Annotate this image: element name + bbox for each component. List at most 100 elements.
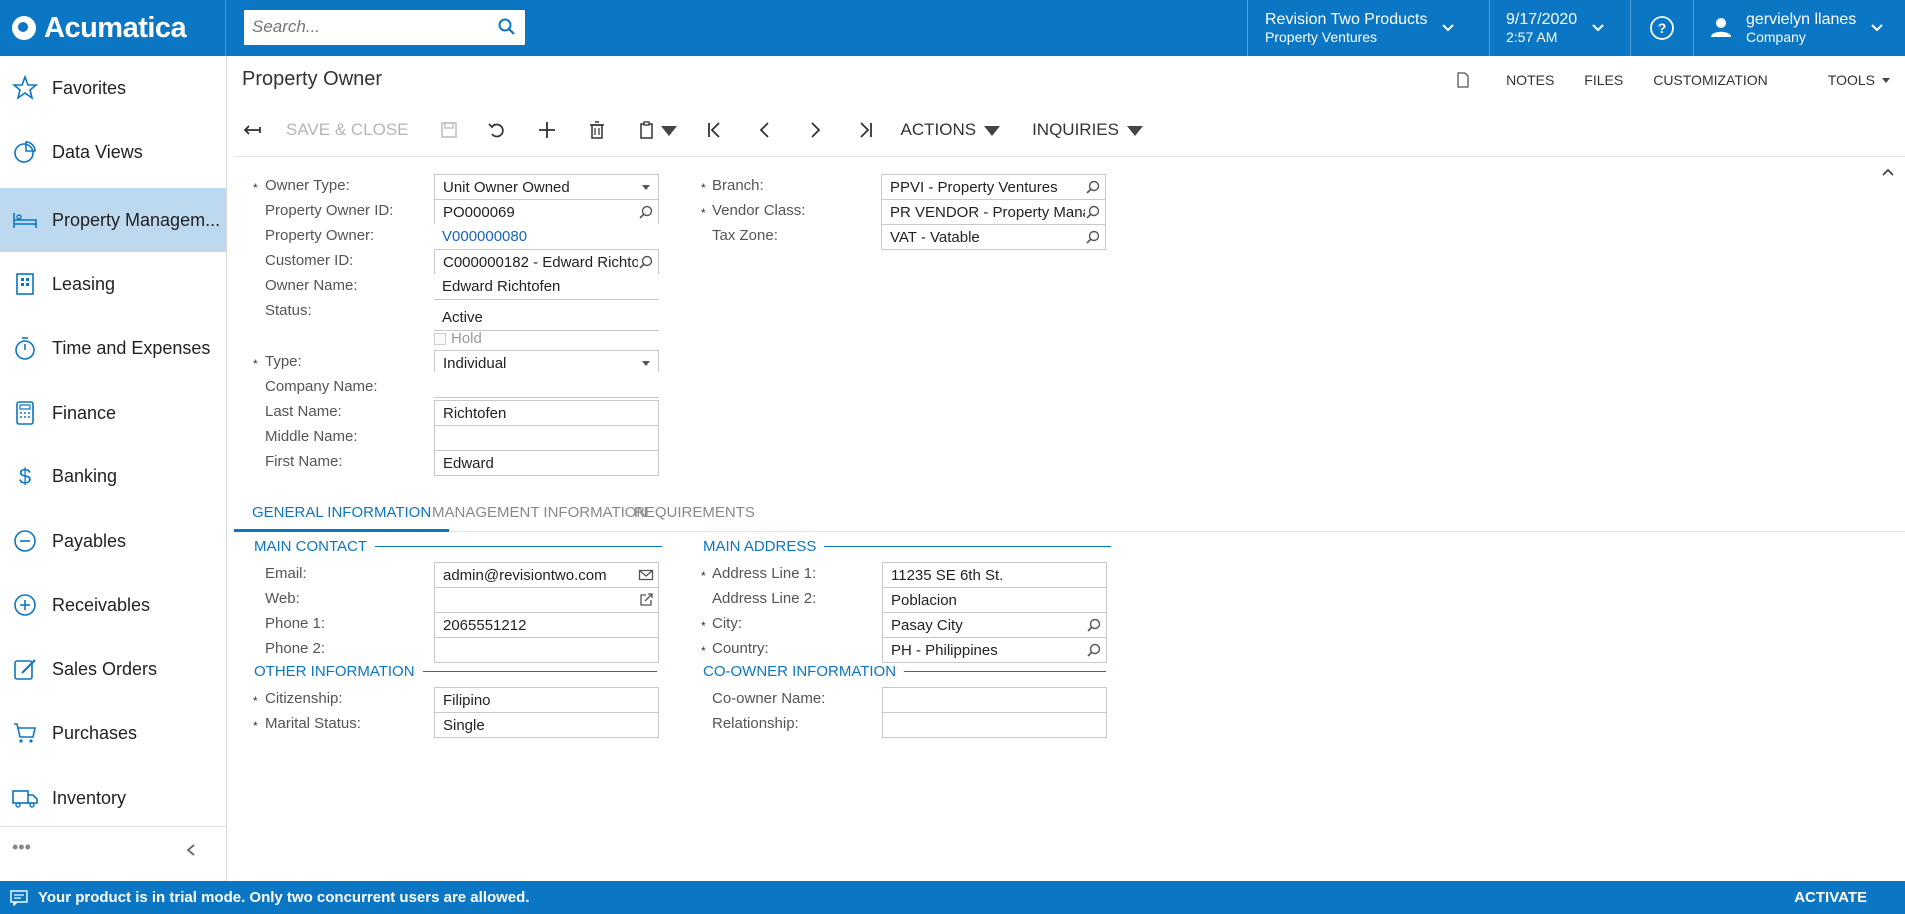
sidebar-item-inventory[interactable]: Inventory [0, 766, 226, 830]
first-record-button[interactable] [705, 120, 725, 140]
relationship-input[interactable] [882, 712, 1107, 738]
property-owner-link[interactable]: V000000080 [434, 224, 659, 250]
files-button[interactable]: FILES [1584, 72, 1623, 88]
next-record-button[interactable] [805, 120, 825, 140]
address-line2-input[interactable]: Poblacion [882, 587, 1107, 613]
tax-zone-field[interactable]: VAT - Vatable [881, 224, 1106, 250]
web-field[interactable] [434, 587, 659, 613]
search-icon[interactable] [1085, 179, 1101, 195]
caret-down-icon [984, 126, 1001, 136]
save-close-button[interactable]: SAVE & CLOSE [286, 120, 409, 140]
co-owner-name-input[interactable] [882, 687, 1107, 713]
delete-button[interactable] [587, 120, 607, 140]
copy-paste-button[interactable] [637, 120, 679, 140]
trial-banner: Your product is in trial mode. Only two … [0, 881, 1905, 914]
stopwatch-icon [15, 337, 35, 360]
undo-icon [487, 123, 504, 138]
address-line1-label: Address Line 1: [712, 565, 817, 582]
back-button[interactable] [242, 120, 262, 140]
date-selector[interactable]: 9/17/2020 2:57 AM [1489, 0, 1630, 56]
edit-icon [14, 659, 36, 680]
search-icon[interactable] [1085, 229, 1101, 245]
email-label: Email: [265, 565, 307, 582]
sidebar-item-payables[interactable]: Payables [0, 509, 226, 573]
phone1-input[interactable]: 2065551212 [434, 612, 659, 638]
sidebar-item-receivables[interactable]: Receivables [0, 573, 226, 637]
save-button[interactable] [439, 120, 459, 140]
sidebar-item-favorites[interactable]: Favorites [0, 56, 226, 120]
collapse-sidebar-icon[interactable] [184, 843, 198, 857]
activate-button[interactable]: ACTIVATE [1794, 889, 1867, 906]
city-label: City: [712, 615, 742, 632]
search-icon[interactable] [638, 204, 654, 220]
phone2-input[interactable] [434, 637, 659, 663]
owner-type-select[interactable]: Unit Owner Owned [434, 174, 659, 200]
email-field[interactable]: admin@revisiontwo.com [434, 562, 659, 588]
search-input[interactable] [244, 10, 484, 43]
sidebar-item-leasing[interactable]: Leasing [0, 252, 226, 316]
search-box[interactable] [244, 10, 525, 45]
last-name-input[interactable]: Richtofen [434, 400, 659, 426]
user-menu[interactable]: gervielyn llanes Company [1693, 0, 1905, 56]
marital-status-label: Marital Status: [265, 715, 361, 732]
caret-down-icon [642, 185, 650, 190]
undo-button[interactable] [487, 120, 507, 140]
checkbox-box [434, 332, 446, 345]
vendor-class-field[interactable]: PR VENDOR - Property Mana [881, 199, 1106, 225]
building-icon [16, 273, 34, 295]
inquiries-menu[interactable]: INQUIRIES [1032, 120, 1145, 140]
actions-menu[interactable]: ACTIONS [901, 120, 1003, 140]
company-selector[interactable]: Revision Two Products Property Ventures [1247, 0, 1489, 56]
marital-status-input[interactable]: Single [434, 712, 659, 738]
svg-text:?: ? [1658, 20, 1667, 36]
tools-button[interactable]: TOOLS [1798, 72, 1891, 88]
search-icon[interactable] [497, 17, 517, 37]
bed-icon [13, 213, 37, 228]
first-name-input[interactable]: Edward [434, 450, 659, 476]
top-bar: Acumatica Revision Two Products Property… [0, 0, 1905, 56]
sidebar-item-label: Finance [52, 402, 117, 423]
search-icon[interactable] [1086, 642, 1102, 658]
sidebar-item-property-management[interactable]: Property Managem... [0, 188, 226, 252]
tax-zone-label: Tax Zone: [712, 227, 778, 244]
search-icon[interactable] [1085, 204, 1101, 220]
city-field[interactable]: Pasay City [882, 612, 1107, 638]
sidebar-item-finance[interactable]: Finance [0, 381, 226, 445]
middle-name-input[interactable] [434, 425, 659, 451]
last-name-label: Last Name: [265, 403, 342, 420]
tab-requirements[interactable]: REQUIREMENTS [616, 494, 773, 532]
chevron-left-icon [759, 122, 769, 138]
external-link-icon[interactable] [638, 592, 654, 608]
sidebar-item-sales-orders[interactable]: Sales Orders [0, 637, 226, 701]
user-icon [1711, 18, 1731, 37]
chevron-up-icon[interactable] [1881, 165, 1895, 179]
help-button[interactable]: ? [1630, 0, 1693, 56]
address-line1-input[interactable]: 11235 SE 6th St. [882, 562, 1107, 588]
citizenship-input[interactable]: Filipino [434, 687, 659, 713]
last-record-button[interactable] [855, 120, 875, 140]
required-marker: * [253, 357, 258, 371]
search-icon[interactable] [1086, 617, 1102, 633]
hold-checkbox[interactable]: Hold [434, 330, 482, 347]
customization-button[interactable]: CUSTOMIZATION [1653, 72, 1768, 88]
sidebar-item-time-and-expenses[interactable]: Time and Expenses [0, 316, 226, 380]
more-icon[interactable]: ••• [12, 837, 31, 858]
sidebar-item-banking[interactable]: $ Banking [0, 444, 226, 508]
sidebar-item-label: Sales Orders [52, 658, 158, 679]
branch-field[interactable]: PPVI - Property Ventures [881, 174, 1106, 200]
customer-id-field[interactable]: C000000182 - Edward Richto [434, 249, 659, 275]
mail-icon[interactable] [638, 567, 654, 583]
sidebar-item-data-views[interactable]: Data Views [0, 120, 226, 184]
add-button[interactable] [537, 120, 557, 140]
notes-button[interactable]: NOTES [1456, 72, 1554, 88]
sidebar-item-purchases[interactable]: Purchases [0, 701, 226, 765]
required-marker: * [253, 719, 258, 733]
branch-value: PPVI - Property Ventures [890, 179, 1058, 196]
section-divider [422, 671, 657, 672]
previous-record-button[interactable] [755, 120, 775, 140]
search-icon[interactable] [638, 254, 654, 270]
owner-id-field[interactable]: PO000069 [434, 199, 659, 225]
logo[interactable]: Acumatica [0, 0, 226, 56]
country-field[interactable]: PH - Philippines [882, 637, 1107, 663]
owner-id-label: Property Owner ID: [265, 202, 394, 219]
